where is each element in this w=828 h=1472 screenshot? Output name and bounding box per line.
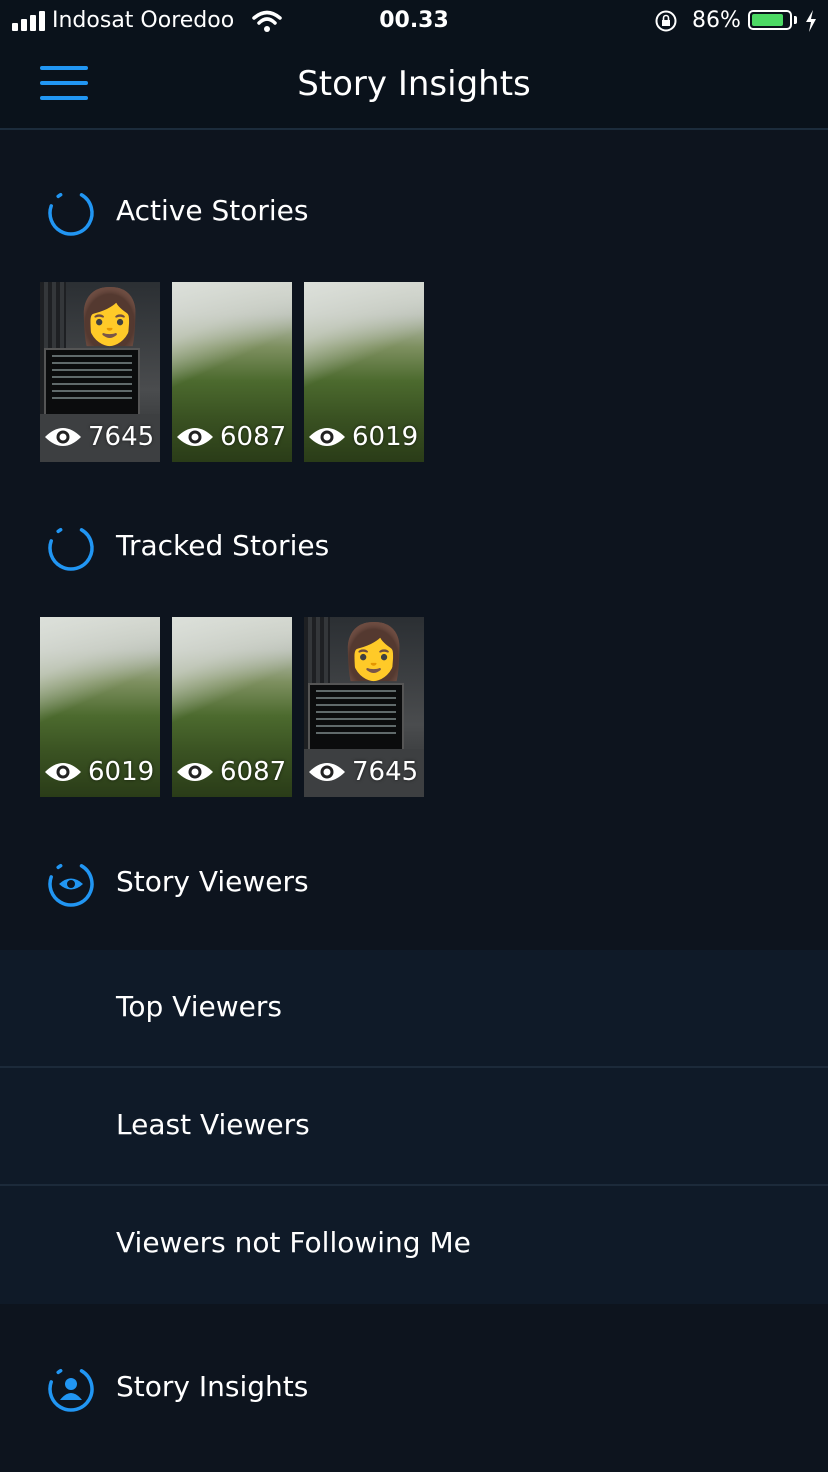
- eye-icon: [45, 428, 81, 446]
- eye-icon: [177, 428, 213, 446]
- nav-bar: Story Insights: [0, 44, 828, 130]
- list-item-label: Least Viewers: [116, 1108, 310, 1141]
- eye-icon: [177, 763, 213, 781]
- story-thumbnail[interactable]: 6087: [172, 282, 292, 462]
- loading-ring-icon: [48, 190, 94, 236]
- list-item-label: Top Viewers: [116, 990, 282, 1023]
- battery-cap: [794, 16, 797, 24]
- eye-icon: [309, 763, 345, 781]
- story-thumbnail[interactable]: 👩 7645: [304, 617, 424, 797]
- story-viewers-list: Top Viewers Least Viewers Viewers not Fo…: [0, 950, 828, 1304]
- story-thumbnail[interactable]: 6087: [172, 617, 292, 797]
- user-ring-icon: [48, 1366, 94, 1412]
- section-title-story-viewers: Story Viewers: [116, 865, 309, 898]
- page-title: Story Insights: [297, 64, 531, 104]
- section-title-story-insights: Story Insights: [116, 1370, 309, 1403]
- section-tracked-stories: Tracked Stories: [0, 517, 828, 577]
- tracked-stories-list: 6019 6087 👩 7645: [40, 617, 440, 797]
- story-thumbnail[interactable]: 6019: [304, 282, 424, 462]
- eye-icon: [45, 763, 81, 781]
- section-story-insights[interactable]: Story Insights: [0, 1358, 828, 1418]
- list-item-viewers-not-following[interactable]: Viewers not Following Me: [0, 1186, 828, 1302]
- battery-percent: 86%: [692, 8, 741, 33]
- list-item-label: Viewers not Following Me: [116, 1226, 471, 1259]
- battery-level-fill: [752, 14, 783, 26]
- list-item-least-viewers[interactable]: Least Viewers: [0, 1068, 828, 1186]
- charging-bolt-icon: [806, 10, 816, 32]
- section-story-viewers[interactable]: Story Viewers: [0, 853, 828, 913]
- view-count: 6019: [44, 757, 154, 787]
- active-stories-list: 👩 7645 6087 6019: [40, 282, 440, 462]
- section-title-active-stories: Active Stories: [116, 194, 309, 227]
- view-count: 7645: [308, 757, 418, 787]
- view-count: 6019: [308, 422, 418, 452]
- rotation-lock-icon: [655, 10, 677, 32]
- view-count: 6087: [176, 757, 286, 787]
- story-thumbnail[interactable]: 👩 7645: [40, 282, 160, 462]
- eye-ring-icon: [48, 861, 94, 907]
- view-count: 6087: [176, 422, 286, 452]
- loading-ring-icon: [48, 525, 94, 571]
- status-bar: Indosat Ooredoo 00.33 86%: [0, 0, 828, 44]
- eye-icon: [309, 428, 345, 446]
- battery-icon: [748, 10, 792, 30]
- story-thumbnail[interactable]: 6019: [40, 617, 160, 797]
- section-title-tracked-stories: Tracked Stories: [116, 529, 330, 562]
- section-active-stories: Active Stories: [0, 182, 828, 242]
- view-count: 7645: [44, 422, 154, 452]
- list-item-top-viewers[interactable]: Top Viewers: [0, 950, 828, 1068]
